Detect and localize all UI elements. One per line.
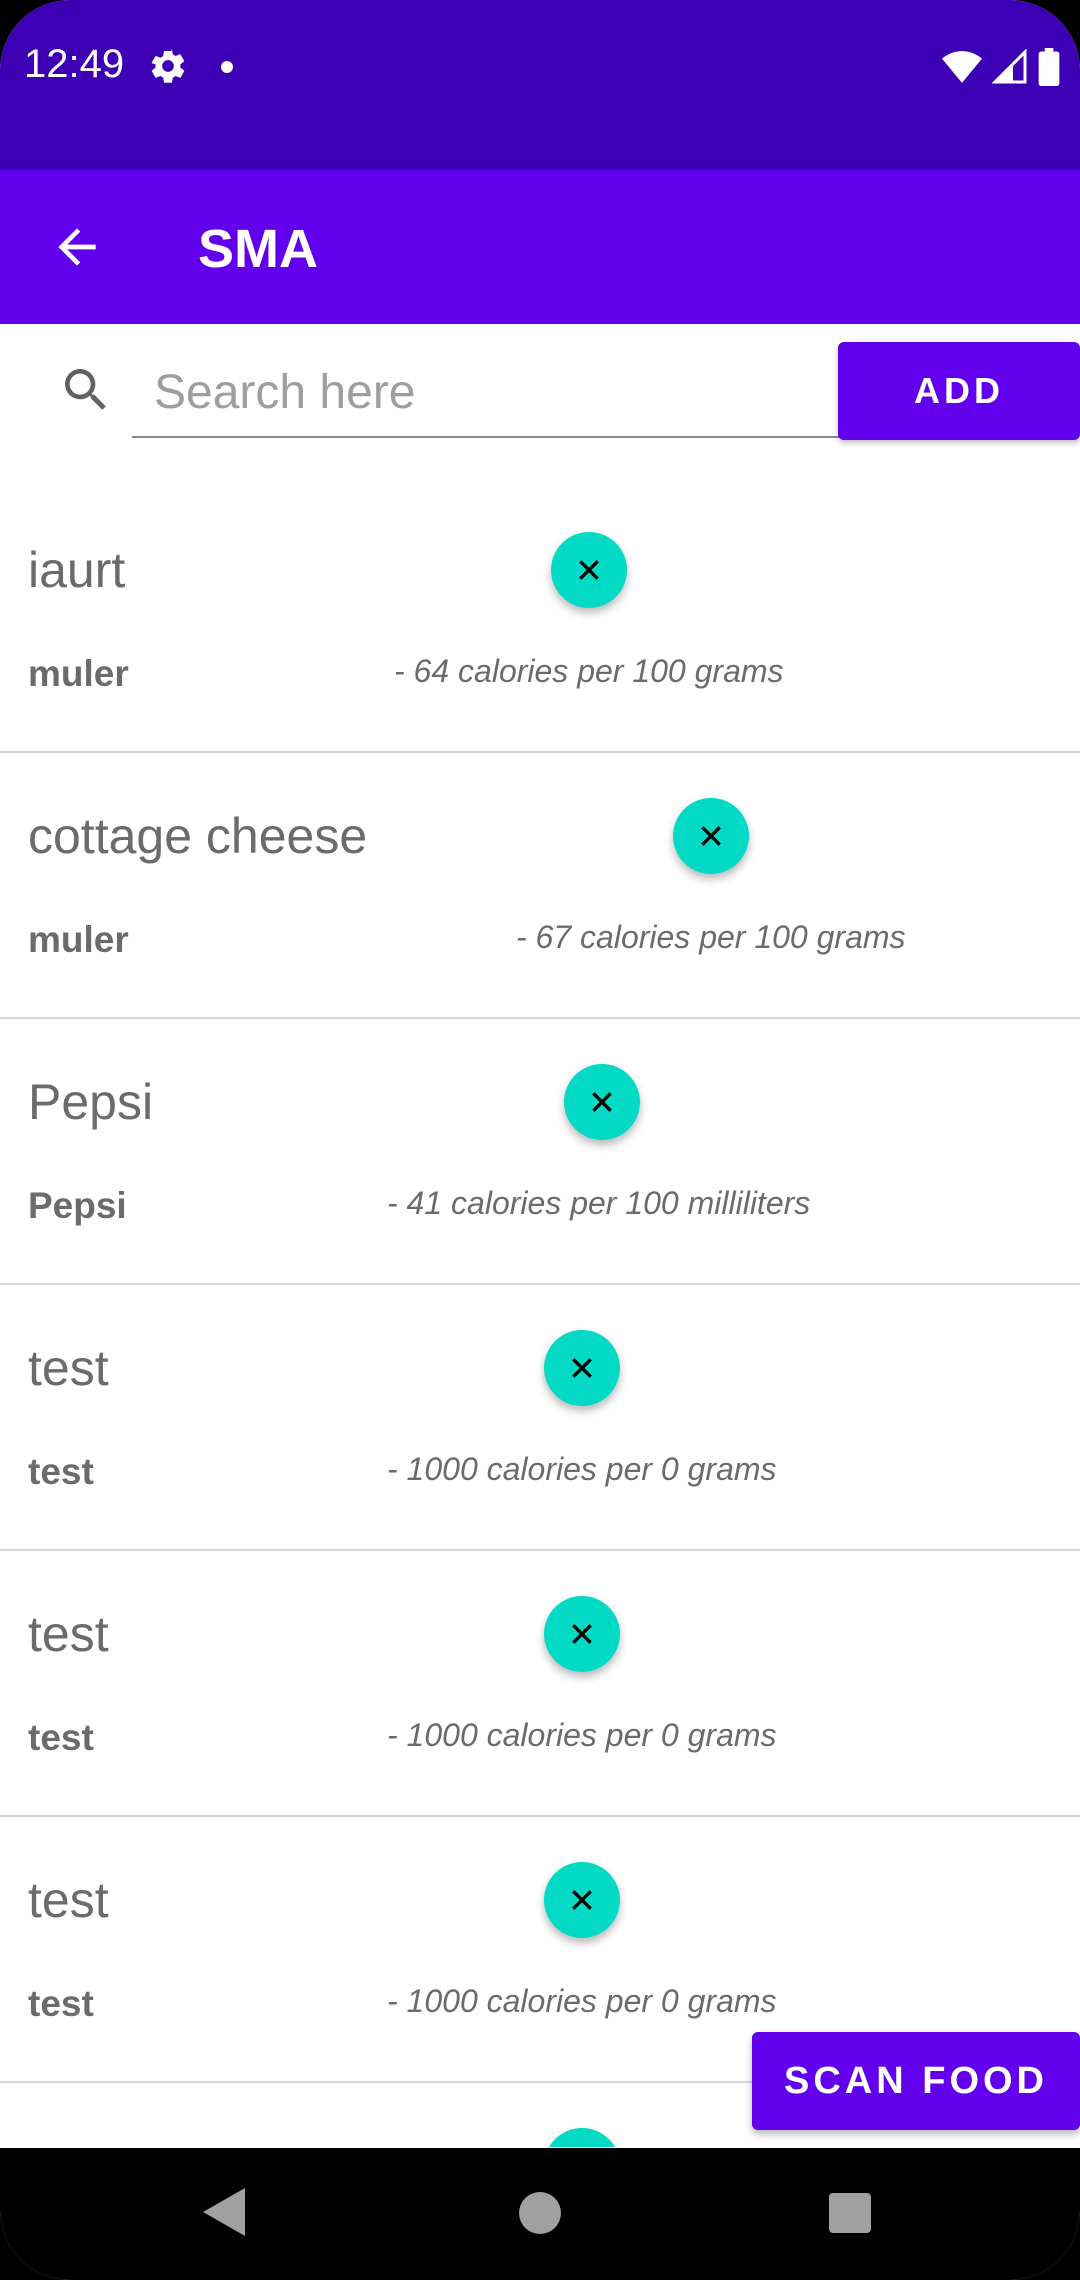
gear-icon — [148, 46, 188, 86]
list-item[interactable]: Pepsi Pepsi - 41 calories per 100 millil… — [0, 1019, 1080, 1285]
delete-button[interactable] — [673, 798, 749, 874]
app-screen: 12:49 SMA ADD iaurt — [0, 0, 1080, 2280]
status-time: 12:49 — [24, 42, 125, 86]
delete-button[interactable] — [544, 2128, 620, 2147]
delete-button[interactable] — [551, 532, 627, 608]
item-calories: - 1000 calories per 0 grams — [387, 1717, 777, 1753]
search-icon — [58, 362, 114, 418]
item-brand: test — [28, 1451, 94, 1492]
food-list: iaurt muler - 64 calories per 100 grams … — [0, 487, 1080, 2147]
item-calories: - 1000 calories per 0 grams — [387, 1983, 777, 2019]
battery-icon — [1038, 48, 1060, 91]
wifi-icon — [942, 51, 982, 88]
app-bar: SMA — [0, 170, 1080, 324]
status-icons — [942, 48, 1060, 91]
back-button[interactable] — [44, 214, 110, 280]
item-calories: - 41 calories per 100 milliliters — [387, 1185, 811, 1221]
list-item[interactable]: iaurt muler - 64 calories per 100 grams — [0, 487, 1080, 753]
close-icon — [572, 1890, 592, 1910]
item-calories: - 64 calories per 100 grams — [394, 653, 784, 689]
search-bar: ADD — [0, 330, 1080, 470]
item-calories: - 67 calories per 100 grams — [516, 919, 906, 955]
arrow-back-icon — [58, 228, 96, 266]
list-item[interactable]: cottage cheese muler - 67 calories per 1… — [0, 753, 1080, 1019]
delete-button[interactable] — [564, 1064, 640, 1140]
nav-back-icon[interactable] — [203, 2188, 245, 2241]
item-brand: test — [28, 1717, 94, 1758]
signal-icon — [991, 48, 1028, 90]
scan-food-button[interactable]: SCAN FOOD — [752, 2032, 1080, 2130]
search-input[interactable] — [132, 348, 857, 438]
delete-button[interactable] — [544, 1330, 620, 1406]
close-icon — [701, 826, 721, 846]
notification-dot-icon — [221, 61, 233, 73]
item-name: cottage cheese — [28, 808, 368, 864]
item-brand: Pepsi — [28, 1185, 127, 1226]
delete-button[interactable] — [544, 1862, 620, 1938]
close-icon — [592, 1092, 612, 1112]
item-brand: muler — [28, 653, 129, 694]
close-icon — [579, 560, 599, 580]
system-nav-bar — [0, 2148, 1080, 2280]
item-name: test — [28, 1340, 109, 1396]
item-name: test — [28, 1872, 109, 1928]
list-item[interactable]: test test - 1000 calories per 0 grams — [0, 1285, 1080, 1551]
item-name: iaurt — [28, 542, 126, 598]
item-brand: test — [28, 1983, 94, 2024]
nav-recents-icon[interactable] — [829, 2193, 871, 2233]
item-calories: - 1000 calories per 0 grams — [387, 1451, 777, 1487]
add-button[interactable]: ADD — [838, 342, 1080, 440]
page-title: SMA — [198, 219, 318, 279]
nav-home-icon[interactable] — [519, 2192, 561, 2234]
delete-button[interactable] — [544, 1596, 620, 1672]
close-icon — [572, 1358, 592, 1378]
item-name: Pepsi — [28, 1074, 154, 1130]
item-brand: muler — [28, 919, 129, 960]
list-item[interactable]: test test - 1000 calories per 0 grams — [0, 1551, 1080, 1817]
item-name: test — [28, 1606, 109, 1662]
close-icon — [572, 1624, 592, 1644]
status-bar: 12:49 — [0, 0, 1080, 170]
